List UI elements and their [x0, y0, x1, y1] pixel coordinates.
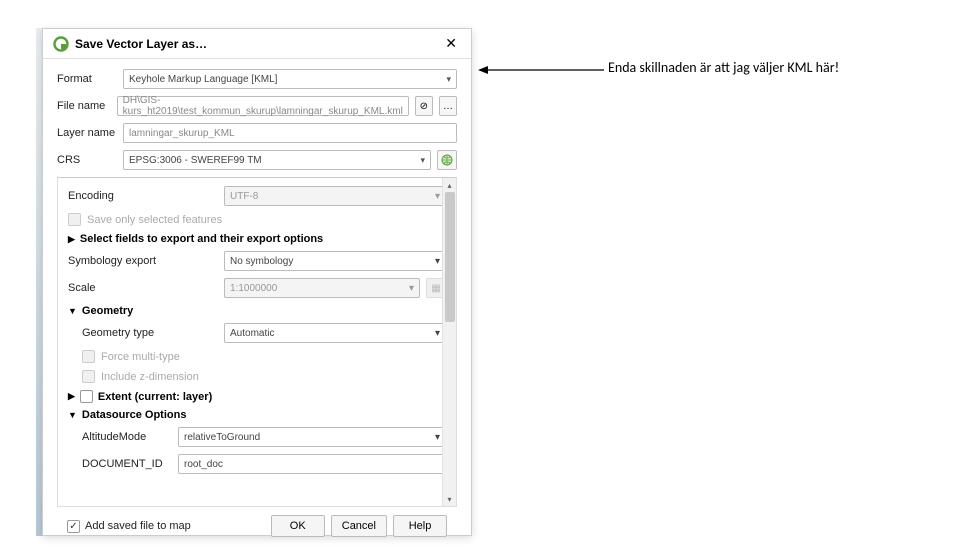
- include-z-label: Include z-dimension: [101, 371, 199, 383]
- triangle-down-icon: ▼: [68, 306, 77, 316]
- save-selected-row: Save only selected features: [68, 213, 446, 226]
- dialog-content: Format Keyhole Markup Language [KML] ▾ F…: [43, 59, 471, 553]
- save-selected-checkbox: [68, 213, 81, 226]
- include-z-checkbox: [82, 370, 95, 383]
- scroll-up-icon[interactable]: ▴: [443, 178, 456, 192]
- force-multi-label: Force multi-type: [101, 351, 180, 363]
- scroll-thumb[interactable]: [445, 192, 455, 322]
- crs-value: EPSG:3006 - SWEREF99 TM: [129, 155, 262, 166]
- annotation-arrow: [478, 67, 604, 69]
- chevron-down-icon: ▾: [435, 191, 440, 202]
- scale-row: Scale 1:1000000 ▾ ▦: [68, 278, 446, 298]
- cancel-button[interactable]: Cancel: [331, 515, 387, 537]
- layername-input[interactable]: lamningar_skurup_KML: [123, 123, 457, 143]
- altitude-combo[interactable]: relativeToGround ▾: [178, 427, 446, 447]
- annotation-text: Enda skillnaden är att jag väljer KML hä…: [608, 59, 839, 76]
- filename-input[interactable]: DH\GIS-kurs_ht2019\test_kommun_skurup\la…: [117, 96, 409, 116]
- geomtype-combo[interactable]: Automatic ▾: [224, 323, 446, 343]
- add-saved-label: Add saved file to map: [85, 520, 191, 532]
- footer-left: ✓ Add saved file to map: [67, 520, 191, 533]
- scale-combo[interactable]: 1:1000000 ▾: [224, 278, 420, 298]
- triangle-right-icon: ▶: [68, 234, 75, 245]
- symbology-row: Symbology export No symbology ▾: [68, 251, 446, 271]
- datasource-label: Datasource Options: [82, 409, 187, 421]
- crs-label: CRS: [57, 154, 117, 166]
- qgis-icon: [53, 36, 69, 52]
- crs-combo[interactable]: EPSG:3006 - SWEREF99 TM ▾: [123, 150, 431, 170]
- chevron-down-icon: ▾: [435, 256, 440, 267]
- format-row: Format Keyhole Markup Language [KML] ▾: [57, 69, 457, 89]
- datasource-section[interactable]: ▼ Datasource Options: [68, 409, 446, 421]
- scroll-down-icon[interactable]: ▾: [443, 492, 456, 506]
- filename-label: File name: [57, 100, 111, 112]
- globe-icon: [440, 153, 454, 167]
- chevron-down-icon: ▾: [446, 74, 451, 85]
- add-saved-checkbox[interactable]: ✓: [67, 520, 80, 533]
- altitude-label: AltitudeMode: [82, 431, 172, 443]
- dialog-title: Save Vector Layer as…: [75, 37, 207, 51]
- encoding-combo[interactable]: UTF-8 ▾: [224, 186, 446, 206]
- select-fields-label: Select fields to export and their export…: [80, 233, 323, 245]
- altitude-row: AltitudeMode relativeToGround ▾: [82, 427, 446, 447]
- scroll-inner: Encoding UTF-8 ▾ Save only selected feat…: [58, 178, 456, 489]
- crs-select-button[interactable]: [437, 150, 457, 170]
- symbology-value: No symbology: [230, 256, 293, 267]
- scrollbar[interactable]: ▴ ▾: [442, 178, 456, 506]
- encoding-row: Encoding UTF-8 ▾: [68, 186, 446, 206]
- chevron-down-icon: ▾: [409, 283, 414, 294]
- docid-row: DOCUMENT_ID root_doc: [82, 454, 446, 474]
- dialog-footer: ✓ Add saved file to map OK Cancel Help: [57, 507, 457, 545]
- force-multi-row: Force multi-type: [82, 350, 446, 363]
- filename-value: DH\GIS-kurs_ht2019\test_kommun_skurup\la…: [123, 95, 403, 117]
- layername-value: lamningar_skurup_KML: [129, 128, 235, 139]
- extent-section[interactable]: ▶ Extent (current: layer): [68, 390, 446, 403]
- geometry-section[interactable]: ▼ Geometry: [68, 305, 446, 317]
- extent-checkbox[interactable]: [80, 390, 93, 403]
- docid-value: root_doc: [184, 459, 223, 470]
- help-button[interactable]: Help: [393, 515, 447, 537]
- save-selected-label: Save only selected features: [87, 214, 222, 226]
- geomtype-row: Geometry type Automatic ▾: [82, 323, 446, 343]
- include-z-row: Include z-dimension: [82, 370, 446, 383]
- filename-row: File name DH\GIS-kurs_ht2019\test_kommun…: [57, 96, 457, 116]
- geometry-label: Geometry: [82, 305, 133, 317]
- geometry-body: Geometry type Automatic ▾ Force multi-ty…: [68, 323, 446, 383]
- crs-row: CRS EPSG:3006 - SWEREF99 TM ▾: [57, 150, 457, 170]
- triangle-down-icon: ▼: [68, 410, 77, 420]
- chevron-down-icon: ▾: [420, 155, 425, 166]
- options-scroll-area: Encoding UTF-8 ▾ Save only selected feat…: [57, 177, 457, 507]
- extent-label: Extent (current: layer): [98, 391, 212, 403]
- layername-label: Layer name: [57, 127, 117, 139]
- docid-input[interactable]: root_doc: [178, 454, 446, 474]
- triangle-right-icon: ▶: [68, 391, 75, 402]
- scale-label: Scale: [68, 282, 218, 294]
- force-multi-checkbox: [82, 350, 95, 363]
- altitude-value: relativeToGround: [184, 432, 260, 443]
- browse-button[interactable]: …: [439, 96, 457, 116]
- chevron-down-icon: ▾: [435, 328, 440, 339]
- docid-label: DOCUMENT_ID: [82, 458, 172, 470]
- ok-button[interactable]: OK: [271, 515, 325, 537]
- symbology-label: Symbology export: [68, 255, 218, 267]
- datasource-body: AltitudeMode relativeToGround ▾ DOCUMENT…: [68, 427, 446, 474]
- close-icon[interactable]: ✕: [441, 35, 461, 52]
- select-fields-section[interactable]: ▶ Select fields to export and their expo…: [68, 233, 446, 245]
- chevron-down-icon: ▾: [435, 432, 440, 443]
- titlebar: Save Vector Layer as… ✕: [43, 29, 471, 59]
- encoding-label: Encoding: [68, 190, 218, 202]
- scale-value: 1:1000000: [230, 283, 277, 294]
- save-vector-dialog: Save Vector Layer as… ✕ Format Keyhole M…: [42, 28, 472, 536]
- format-value: Keyhole Markup Language [KML]: [129, 74, 277, 85]
- geomtype-label: Geometry type: [82, 327, 218, 339]
- format-label: Format: [57, 73, 117, 85]
- geomtype-value: Automatic: [230, 328, 274, 339]
- layername-row: Layer name lamningar_skurup_KML: [57, 123, 457, 143]
- clear-filename-button[interactable]: ⊘: [415, 96, 433, 116]
- format-combo[interactable]: Keyhole Markup Language [KML] ▾: [123, 69, 457, 89]
- titlebar-left: Save Vector Layer as…: [53, 36, 207, 52]
- encoding-value: UTF-8: [230, 191, 258, 202]
- symbology-combo[interactable]: No symbology ▾: [224, 251, 446, 271]
